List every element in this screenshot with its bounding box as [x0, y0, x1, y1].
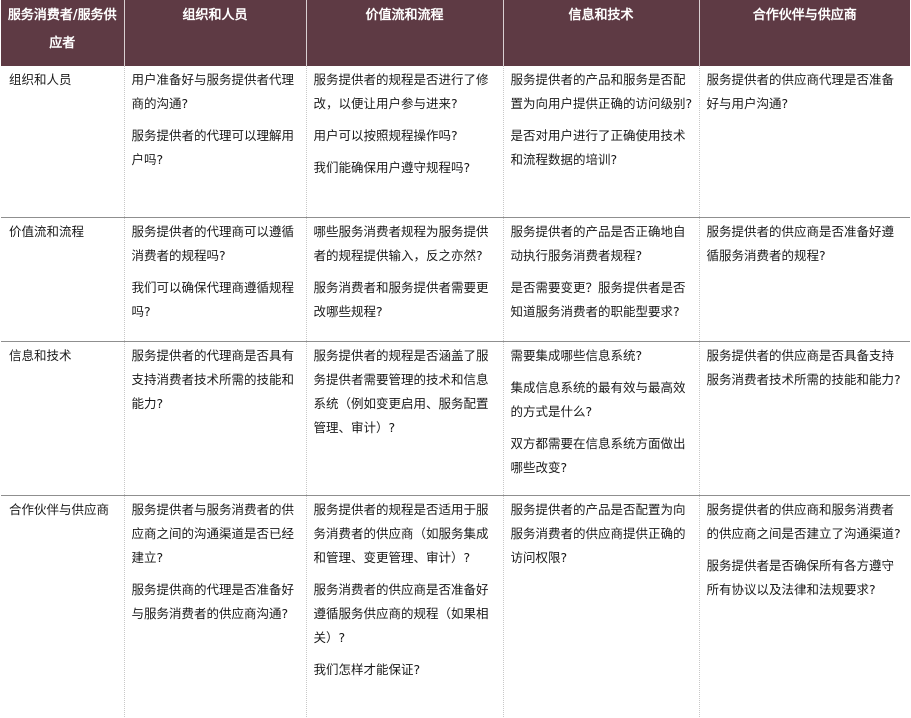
cell-question: 我们能确保用户遵守规程吗? — [313, 160, 471, 175]
cell-question: 服务提供者的供应商是否准备好遵循服务消费者的规程? — [706, 223, 895, 263]
column-header-info-tech: 信息和技术 — [503, 0, 700, 66]
corner-header: 服务消费者/服务供应者 — [1, 0, 125, 66]
cell-question: 服务消费者的供应商是否准备好遵循服务供应商的规程（如果相关）? — [313, 581, 489, 645]
table-cell: 服务提供者的规程是否涵盖了服务提供者需要管理的技术和信息系统（例如变更启用、服务… — [305, 341, 503, 495]
table-cell: 服务提供者的供应商代理是否准备好与用户沟通? — [698, 66, 910, 217]
cell-question: 服务提供者的规程是否适用于服务消费者的供应商（如服务集成和管理、变更管理、审计）… — [313, 501, 489, 565]
cell-question: 集成信息系统的最有效与最高效的方式是什么? — [510, 379, 686, 419]
cell-question: 服务提供者的供应商是否具备支持服务消费者技术所需的技能和能力? — [706, 347, 901, 387]
table-cell: 服务提供者的产品是否配置为向服务消费者的供应商提供正确的访问权限? — [502, 495, 699, 717]
table-cell: 哪些服务消费者规程为服务提供者的规程提供输入，反之亦然? 服务消费者和服务提供者… — [305, 217, 503, 341]
header-row: 服务消费者/服务供应者 组织和人员 价值流和流程 信息和技术 合作伙伴与供应商 — [1, 0, 910, 66]
table-cell: 服务提供者的产品和服务是否配置为向用户提供正确的访问级别? 是否对用户进行了正确… — [502, 66, 699, 217]
cell-question: 服务提供者的代理商是否具有支持消费者技术所需的技能和能力? — [131, 347, 295, 411]
cell-question: 哪些服务消费者规程为服务提供者的规程提供输入，反之亦然? — [313, 223, 489, 263]
column-header-partners: 合作伙伴与供应商 — [699, 0, 910, 66]
cell-question: 服务提供者的规程是否涵盖了服务提供者需要管理的技术和信息系统（例如变更启用、服务… — [313, 347, 489, 435]
table-cell: 服务提供者的产品是否正确地自动执行服务消费者规程? 是否需要变更？服务提供者是否… — [502, 217, 699, 341]
table-cell: 服务提供者与服务消费者的供应商之间的沟通渠道是否已经建立? 服务提供商的代理是否… — [123, 495, 306, 717]
cell-question: 需要集成哪些信息系统? — [510, 347, 643, 363]
matrix-body: 组织和人员 用户准备好与服务提供者代理商的沟通? 服务提供者的代理可以理解用户吗… — [1, 66, 910, 717]
table-row: 合作伙伴与供应商 服务提供者与服务消费者的供应商之间的沟通渠道是否已经建立? 服… — [1, 495, 910, 717]
cell-question: 我们怎样才能保证? — [313, 661, 421, 677]
table-row: 组织和人员 用户准备好与服务提供者代理商的沟通? 服务提供者的代理可以理解用户吗… — [1, 66, 910, 217]
table-cell: 服务提供者的规程是否进行了修改，以便让用户参与进来? 用户可以按照规程操作吗? … — [305, 66, 503, 217]
cell-question: 服务提供者与服务消费者的供应商之间的沟通渠道是否已经建立? — [131, 501, 295, 565]
cell-question: 我们可以确保代理商遵循规程吗? — [131, 279, 295, 319]
table-cell: 需要集成哪些信息系统? 集成信息系统的最有效与最高效的方式是什么? 双方都需要在… — [502, 341, 699, 495]
cell-question: 服务提供者的代理商可以遵循消费者的规程吗? — [131, 223, 295, 263]
cell-question: 服务提供者的产品是否正确地自动执行服务消费者规程? — [510, 223, 686, 263]
cell-question: 服务提供者的规程是否进行了修改，以便让用户参与进来? — [313, 72, 489, 111]
table-row: 信息和技术 服务提供者的代理商是否具有支持消费者技术所需的技能和能力? 服务提供… — [1, 341, 910, 495]
cell-question: 是否需要变更？服务提供者是否知道服务消费者的职能型要求? — [510, 279, 686, 319]
cell-question: 服务消费者和服务提供者需要更改哪些规程? — [313, 279, 489, 319]
cell-question: 是否对用户进行了正确使用技术和流程数据的培训? — [510, 128, 686, 167]
row-label: 价值流和流程 — [9, 223, 85, 239]
table-cell: 服务提供者的代理商可以遵循消费者的规程吗? 我们可以确保代理商遵循规程吗? — [123, 217, 306, 341]
row-label: 组织和人员 — [9, 72, 72, 87]
matrix-header: 服务消费者/服务供应者 组织和人员 价值流和流程 信息和技术 合作伙伴与供应商 — [1, 0, 910, 66]
table-cell: 服务提供者的供应商是否具备支持服务消费者技术所需的技能和能力? — [698, 341, 910, 495]
column-header-org-people: 组织和人员 — [124, 0, 307, 66]
cell-question: 服务提供商的代理是否准备好与服务消费者的供应商沟通? — [131, 581, 295, 621]
table-cell: 服务提供者的供应商是否准备好遵循服务消费者的规程? — [698, 217, 910, 341]
row-label: 合作伙伴与供应商 — [9, 501, 110, 517]
cell-question: 用户可以按照规程操作吗? — [313, 128, 458, 143]
table-row: 价值流和流程 服务提供者的代理商可以遵循消费者的规程吗? 我们可以确保代理商遵循… — [1, 217, 910, 341]
cell-question: 服务提供者的供应商代理是否准备好与用户沟通? — [706, 72, 895, 111]
cell-question: 服务提供者的供应商和服务消费者的供应商之间是否建立了沟通渠道? — [706, 501, 901, 541]
cell-question: 服务提供者是否确保所有各方遵守所有协议以及法律和法规要求? — [706, 557, 895, 597]
cell-question: 用户准备好与服务提供者代理商的沟通? — [131, 72, 295, 111]
table-cell: 服务提供者的供应商和服务消费者的供应商之间是否建立了沟通渠道? 服务提供者是否确… — [698, 495, 910, 717]
table-cell: 服务提供者的代理商是否具有支持消费者技术所需的技能和能力? — [123, 341, 306, 495]
table-cell: 用户准备好与服务提供者代理商的沟通? 服务提供者的代理可以理解用户吗? — [123, 66, 306, 217]
cell-question: 服务提供者的产品是否配置为向服务消费者的供应商提供正确的访问权限? — [510, 501, 686, 565]
consumer-provider-matrix: 服务消费者/服务供应者 组织和人员 价值流和流程 信息和技术 合作伙伴与供应商 … — [1, 0, 910, 717]
cell-question: 服务提供者的产品和服务是否配置为向用户提供正确的访问级别? — [510, 72, 693, 111]
table-cell: 服务提供者的规程是否适用于服务消费者的供应商（如服务集成和管理、变更管理、审计）… — [305, 495, 503, 717]
column-header-value-streams: 价值流和流程 — [306, 0, 504, 66]
row-label: 信息和技术 — [9, 347, 72, 363]
cell-question: 双方都需要在信息系统方面做出哪些改变? — [510, 435, 686, 475]
cell-question: 服务提供者的代理可以理解用户吗? — [131, 128, 295, 167]
